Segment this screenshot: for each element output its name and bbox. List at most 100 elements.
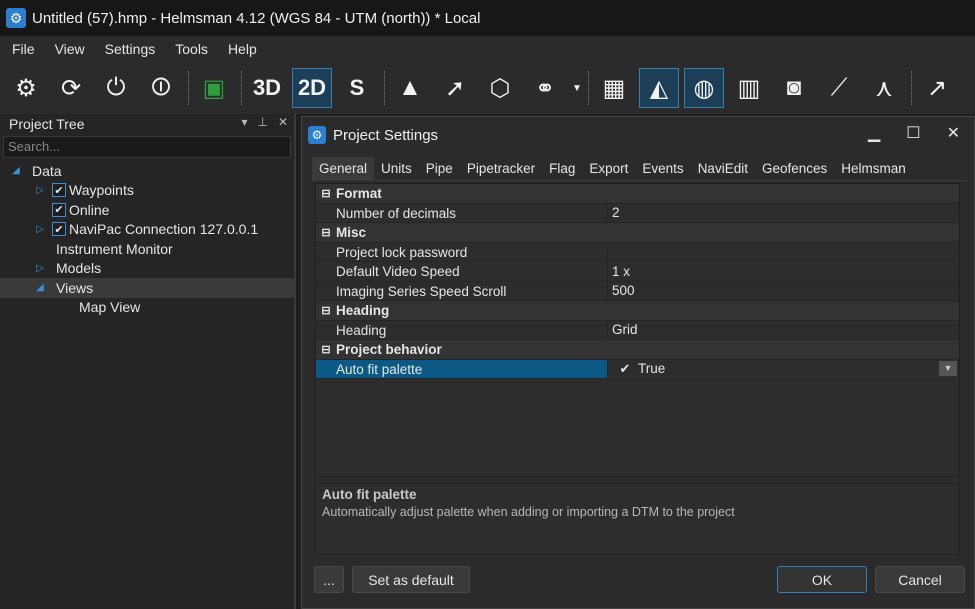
tree-item-online[interactable]: ✔ Online [0, 200, 294, 220]
property-value[interactable]: 2 [608, 203, 959, 223]
dialog-title-bar: ⚙ Project Settings ▁ ☐ ✕ [302, 117, 974, 153]
menu-settings[interactable]: Settings [105, 39, 156, 59]
expanded-arrow-icon[interactable]: ◢ [10, 165, 22, 176]
toolbar-separator [911, 71, 912, 105]
camera-icon[interactable]: ◙ [774, 68, 814, 108]
layers-circles-icon[interactable]: ⚭ [525, 68, 565, 108]
menu-tools[interactable]: Tools [175, 39, 208, 59]
tab-flag[interactable]: Flag [542, 157, 582, 181]
view-s-button[interactable]: S [337, 68, 377, 108]
save-icon[interactable]: ▣ [194, 68, 234, 108]
menu-help[interactable]: Help [228, 39, 257, 59]
view-2d-button[interactable]: 2D [292, 68, 332, 108]
panel-close-icon[interactable]: ✕ [278, 115, 288, 129]
property-value[interactable]: Grid [608, 320, 959, 340]
tree-item-navipac-connection[interactable]: ▷ ✔ NaviPac Connection 127.0.0.1 [0, 220, 294, 240]
collapse-minus-icon[interactable]: ⊟ [316, 343, 336, 356]
property-name: Default Video Speed [316, 262, 608, 281]
category-misc[interactable]: ⊟ Misc [316, 223, 959, 243]
category-project-behavior[interactable]: ⊟ Project behavior [316, 340, 959, 360]
window-title: Untitled (57).hmp - Helmsman 4.12 (WGS 8… [32, 9, 481, 27]
project-tree-header: Project Tree ▾ ⊥ ✕ [0, 114, 294, 134]
collapse-minus-icon[interactable]: ⊟ [316, 304, 336, 317]
tree-item-instrument-monitor[interactable]: Instrument Monitor [0, 239, 294, 259]
property-row[interactable]: Number of decimals 2 [316, 203, 959, 223]
property-value[interactable]: 500 [608, 281, 959, 301]
power-icon[interactable]: ⏻ [96, 68, 136, 108]
expanded-arrow-icon[interactable]: ◢ [34, 282, 46, 293]
toolbar-separator [241, 71, 242, 105]
landing-icon[interactable]: ➚ [435, 68, 475, 108]
tree-item-models[interactable]: ▷ Models [0, 259, 294, 279]
cube-icon[interactable]: ⬡ [480, 68, 520, 108]
north-arrow-icon[interactable]: ▲ [390, 68, 430, 108]
view-3d-button[interactable]: 3D [247, 68, 287, 108]
tab-pipetracker[interactable]: Pipetracker [460, 157, 542, 181]
minimize-icon[interactable]: ▁ [868, 123, 880, 143]
dialog-title: Project Settings [333, 126, 439, 144]
tab-general[interactable]: General [312, 156, 375, 181]
refresh-gear-icon[interactable]: ⟳ [51, 68, 91, 108]
route-icon[interactable]: ↗ [917, 68, 957, 108]
tab-units[interactable]: Units [374, 157, 419, 181]
collapsed-arrow-icon[interactable]: ▷ [34, 263, 46, 274]
collapse-minus-icon[interactable]: ⊟ [316, 226, 336, 239]
tab-helmsman[interactable]: Helmsman [834, 157, 913, 181]
tree-search-input[interactable]: Search... [3, 136, 291, 158]
compass-icon[interactable]: ⋏ [864, 68, 904, 108]
ellipsis-button[interactable]: ... [314, 566, 344, 593]
panel-dropdown-icon[interactable]: ▾ [241, 115, 247, 129]
collapsed-arrow-icon[interactable]: ▷ [34, 224, 46, 235]
collapsed-arrow-icon[interactable]: ▷ [34, 185, 46, 196]
property-row-selected[interactable]: Auto fit palette ✔ True ▼ [316, 359, 959, 379]
menu-view[interactable]: View [55, 39, 85, 59]
ok-button[interactable]: OK [777, 566, 867, 593]
tab-naviedit[interactable]: NaviEdit [691, 157, 755, 181]
checkmark-icon: ✔ [619, 361, 631, 376]
cancel-button[interactable]: Cancel [875, 566, 965, 593]
power-online-icon[interactable]: ⏼ [141, 68, 181, 108]
tree-item-views[interactable]: ◢ Views [0, 278, 294, 298]
property-name: Project lock password [316, 242, 608, 261]
main-toolbar: ⚙ ⟳ ⏻ ⏼ ▣ 3D 2D S ▲ ➚ ⬡ ⚭ ▼ ▦ ◭ ◍ ▥ ◙ ⟋ … [0, 62, 975, 114]
category-format[interactable]: ⊟ Format [316, 184, 959, 204]
grid-icon[interactable]: ▦ [594, 68, 634, 108]
maximize-icon[interactable]: ☐ [906, 123, 920, 143]
tab-pipe[interactable]: Pipe [419, 157, 460, 181]
tab-events[interactable]: Events [635, 157, 690, 181]
property-value[interactable]: True [638, 359, 939, 379]
property-row[interactable]: Default Video Speed 1 x [316, 262, 959, 282]
panel-pin-icon[interactable]: ⊥ [257, 115, 267, 129]
set-as-default-button[interactable]: Set as default [352, 566, 470, 593]
checkbox-checked-icon[interactable]: ✔ [52, 202, 66, 217]
property-row[interactable]: Project lock password [316, 242, 959, 262]
tree-item-waypoints[interactable]: ▷ ✔ Waypoints [0, 181, 294, 201]
dropdown-arrow-icon[interactable]: ▼ [939, 361, 957, 377]
ruler-icon[interactable]: ⟋ [819, 68, 859, 108]
title-bar: ⚙ Untitled (57).hmp - Helmsman 4.12 (WGS… [0, 0, 975, 36]
project-settings-dialog: ⚙ Project Settings ▁ ☐ ✕ General Units P… [301, 116, 975, 609]
layers-dropdown-icon[interactable]: ▼ [570, 68, 584, 108]
tab-geofences[interactable]: Geofences [755, 157, 834, 181]
tree-item-map-view[interactable]: Map View [0, 298, 294, 318]
globe-icon[interactable]: ◍ [684, 68, 724, 108]
africa-map-icon[interactable]: ◭ [639, 68, 679, 108]
close-icon[interactable]: ✕ [947, 123, 960, 143]
property-row[interactable]: Heading Grid [316, 320, 959, 340]
property-name: Imaging Series Speed Scroll [316, 281, 608, 300]
property-row[interactable]: Imaging Series Speed Scroll 500 [316, 281, 959, 301]
property-value[interactable]: 1 x [608, 262, 959, 282]
tab-export[interactable]: Export [582, 157, 635, 181]
category-heading[interactable]: ⊟ Heading [316, 301, 959, 321]
property-value-editor[interactable]: ✔ True ▼ [608, 359, 959, 379]
map-icon[interactable]: ▥ [729, 68, 769, 108]
tree-item-data[interactable]: ◢ Data [0, 161, 294, 181]
checkbox-checked-icon[interactable]: ✔ [52, 222, 66, 237]
collapse-minus-icon[interactable]: ⊟ [316, 187, 336, 200]
menu-file[interactable]: File [12, 39, 35, 59]
menu-bar: File View Settings Tools Help [0, 36, 975, 62]
settings-gear-icon[interactable]: ⚙ [6, 68, 46, 108]
property-grid: ⊟ Format Number of decimals 2 ⊟ Misc Pro… [315, 183, 960, 477]
checkbox-checked-icon[interactable]: ✔ [52, 183, 66, 198]
toolbar-separator [588, 71, 589, 105]
